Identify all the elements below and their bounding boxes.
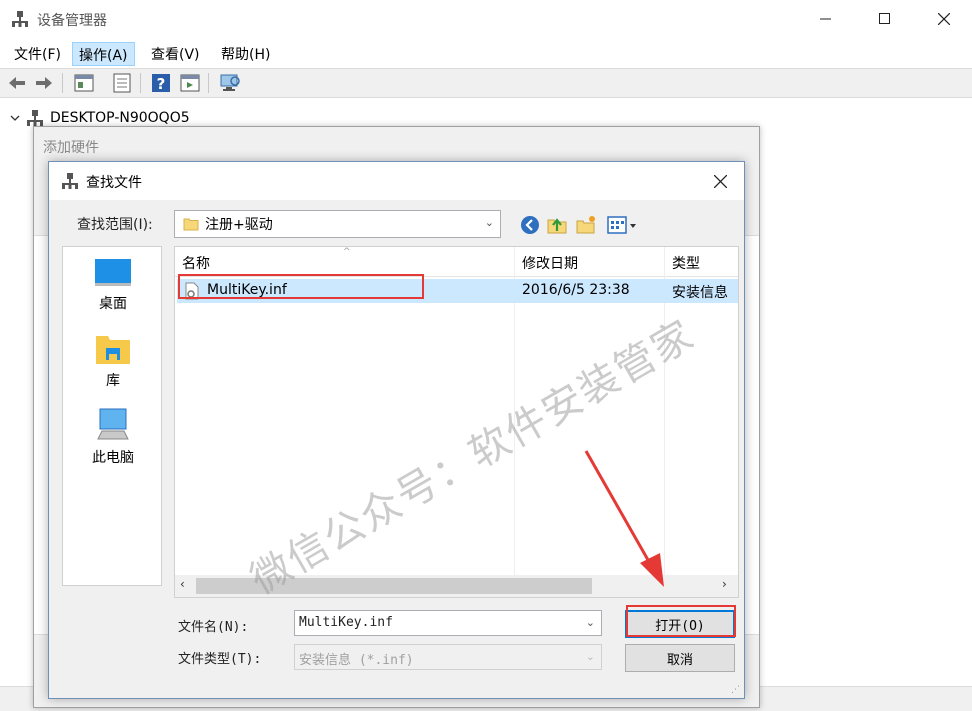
chevron-down-icon[interactable] bbox=[10, 113, 20, 123]
properties-icon[interactable] bbox=[73, 72, 95, 94]
chevron-down-icon: ⌄ bbox=[484, 216, 494, 229]
device-manager-icon bbox=[62, 173, 78, 189]
place-this-pc[interactable]: 此电脑 bbox=[63, 407, 163, 467]
scroll-right-icon[interactable]: › bbox=[722, 577, 727, 591]
main-titlebar: 设备管理器 bbox=[0, 0, 972, 38]
library-icon bbox=[96, 336, 130, 364]
menu-view[interactable]: 查看(V) bbox=[145, 42, 206, 66]
place-desktop[interactable]: 桌面 bbox=[63, 257, 163, 313]
dialog-titlebar: 查找文件 bbox=[49, 162, 744, 200]
dialog-close-button[interactable] bbox=[700, 166, 740, 196]
toolbar-separator bbox=[140, 73, 141, 93]
close-button[interactable] bbox=[921, 4, 967, 34]
resize-grip-icon[interactable]: ⋰ bbox=[731, 685, 740, 695]
find-file-dialog: 查找文件 查找范围(I): 注册+驱动 ⌄ 桌面 库 此电脑 ^ 名称 修改日期… bbox=[48, 161, 745, 699]
filetype-label: 文件类型(T): bbox=[178, 652, 262, 667]
file-list: ^ 名称 修改日期 类型 MultiKey.inf 2016/6/5 23:38… bbox=[174, 246, 739, 598]
menu-help[interactable]: 帮助(H) bbox=[215, 42, 276, 66]
place-label: 此电脑 bbox=[92, 450, 134, 466]
column-modified[interactable]: 修改日期 bbox=[522, 253, 578, 273]
view-menu-icon[interactable] bbox=[606, 214, 638, 236]
sort-ascending-icon: ^ bbox=[343, 247, 351, 257]
minimize-button[interactable] bbox=[803, 4, 849, 34]
column-name[interactable]: 名称 bbox=[182, 253, 210, 273]
this-pc-icon bbox=[97, 408, 129, 440]
toolbar-separator bbox=[208, 73, 209, 93]
toolbar-separator bbox=[62, 73, 63, 93]
toolbar: ? bbox=[0, 68, 972, 98]
place-library[interactable]: 库 bbox=[63, 332, 163, 390]
file-list-header: ^ 名称 修改日期 类型 bbox=[175, 247, 738, 277]
new-folder-icon[interactable] bbox=[575, 214, 597, 236]
back-icon[interactable] bbox=[519, 214, 541, 236]
file-type: 安装信息 bbox=[672, 285, 728, 301]
lookin-value: 注册+驱动 bbox=[205, 217, 273, 233]
menu-action[interactable]: 操作(A) bbox=[72, 42, 135, 66]
tree-root-node[interactable]: DESKTOP-N90OQO5 bbox=[10, 108, 190, 128]
scrollbar-thumb[interactable] bbox=[196, 578, 592, 594]
help-icon[interactable]: ? bbox=[150, 72, 172, 94]
menu-bar: 文件(F) 操作(A) 查看(V) 帮助(H) bbox=[0, 38, 972, 68]
close-icon bbox=[713, 174, 727, 188]
lookin-select[interactable]: 注册+驱动 ⌄ bbox=[174, 210, 501, 238]
filetype-select[interactable]: 安装信息 (*.inf) ⌄ bbox=[294, 644, 602, 670]
device-manager-icon bbox=[12, 11, 28, 27]
filename-value: MultiKey.inf bbox=[299, 615, 393, 630]
scroll-left-icon[interactable]: ‹ bbox=[180, 577, 185, 591]
chevron-down-icon: ⌄ bbox=[585, 650, 595, 663]
close-icon bbox=[938, 13, 950, 25]
cancel-button[interactable]: 取消 bbox=[625, 644, 735, 672]
desktop-icon bbox=[95, 259, 131, 286]
tree-root-label: DESKTOP-N90OQO5 bbox=[50, 110, 190, 126]
svg-text:?: ? bbox=[157, 75, 166, 93]
minimize-icon bbox=[820, 18, 831, 20]
window-title: 设备管理器 bbox=[37, 13, 107, 29]
column-type[interactable]: 类型 bbox=[672, 253, 700, 273]
chevron-down-icon[interactable]: ⌄ bbox=[586, 616, 595, 629]
menu-file[interactable]: 文件(F) bbox=[8, 42, 67, 66]
update-icon[interactable] bbox=[111, 72, 133, 94]
show-hidden-icon[interactable] bbox=[179, 72, 201, 94]
scan-hardware-icon[interactable] bbox=[219, 72, 241, 94]
lookin-label: 查找范围(I): bbox=[77, 217, 153, 233]
folder-icon bbox=[183, 218, 199, 231]
dialog-title: 查找文件 bbox=[86, 175, 142, 191]
file-modified: 2016/6/5 23:38 bbox=[522, 282, 630, 298]
horizontal-scrollbar[interactable]: ‹ › bbox=[175, 575, 738, 597]
maximize-icon bbox=[879, 13, 890, 24]
filetype-value: 安装信息 (*.inf) bbox=[299, 653, 414, 668]
place-label: 桌面 bbox=[99, 296, 127, 312]
open-button[interactable]: 打开(O) bbox=[625, 610, 735, 638]
place-label: 库 bbox=[106, 373, 120, 389]
forward-icon[interactable] bbox=[33, 72, 55, 94]
inf-file-icon bbox=[185, 282, 199, 300]
filename-input[interactable]: MultiKey.inf ⌄ bbox=[294, 610, 602, 636]
back-icon[interactable] bbox=[6, 72, 28, 94]
file-row[interactable]: MultiKey.inf 2016/6/5 23:38 安装信息 bbox=[177, 279, 738, 303]
computer-network-icon bbox=[27, 110, 43, 126]
wizard-title: 添加硬件 bbox=[43, 140, 99, 156]
maximize-button[interactable] bbox=[862, 4, 908, 34]
filename-label: 文件名(N): bbox=[178, 620, 249, 635]
places-bar: 桌面 库 此电脑 bbox=[62, 246, 162, 586]
up-folder-icon[interactable] bbox=[546, 214, 568, 236]
file-name: MultiKey.inf bbox=[207, 282, 287, 298]
